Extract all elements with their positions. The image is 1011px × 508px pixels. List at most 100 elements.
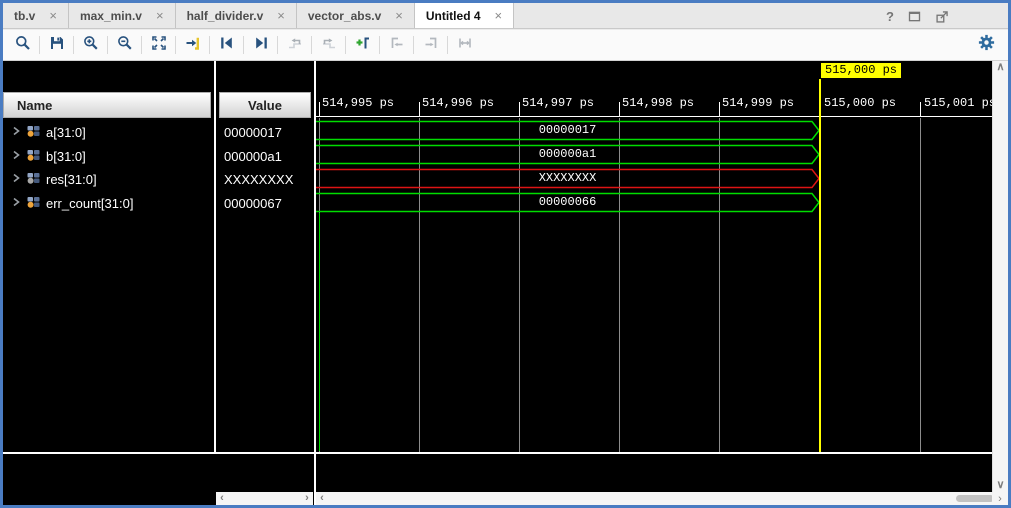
signal-value-b: 000000a1 (224, 145, 312, 168)
save-icon (48, 34, 66, 57)
time-cursor[interactable] (819, 79, 821, 452)
wave-toolbar (3, 30, 1008, 61)
scroll-right-icon[interactable]: › (301, 492, 313, 505)
wave-window-content: Name Value a[31:0] b[31:0] res[31:0] err… (3, 61, 1008, 505)
scroll-up-icon[interactable]: ∧ (995, 61, 1007, 74)
tab-max-min-v[interactable]: max_min.v × (69, 3, 176, 28)
signal-name: b[31:0] (46, 149, 86, 164)
axis-tick (619, 102, 620, 117)
signal-name: res[31:0] (46, 172, 97, 187)
zoom-to-cursors-icon (456, 34, 474, 57)
previous-transition-icon (286, 34, 304, 57)
go-to-last-time-button[interactable] (245, 32, 276, 58)
panel-bottom-line (3, 452, 992, 454)
signal-row-err-count[interactable]: err_count[31:0] (3, 192, 211, 215)
signal-row-b[interactable]: b[31:0] (3, 145, 211, 168)
bus-value-err-count: 00000066 (316, 195, 819, 209)
axis-tick (319, 102, 320, 117)
axis-tick-label: 514,995 ps (322, 96, 394, 110)
zoom-out-button[interactable] (109, 32, 140, 58)
next-marker-button (415, 32, 446, 58)
bus-value-a: 00000017 (316, 123, 819, 137)
signal-value-err-count: 00000067 (224, 192, 312, 215)
waveform-viewer-window: tb.v × max_min.v × half_divider.v × vect… (0, 0, 1011, 508)
gear-icon (977, 33, 996, 57)
maximize-icon[interactable] (907, 9, 922, 24)
signal-name: a[31:0] (46, 125, 86, 140)
zoom-in-icon (82, 34, 100, 57)
signal-row-res[interactable]: res[31:0] (3, 168, 211, 191)
name-value-splitter[interactable] (214, 61, 216, 453)
wave-horizontal-scrollbar[interactable]: ‹ (316, 492, 992, 505)
bus-signal-icon (26, 149, 41, 165)
go-to-time-zero-button[interactable] (211, 32, 242, 58)
go-to-last-time-icon (252, 34, 270, 57)
tab-half-divider-v[interactable]: half_divider.v × (176, 3, 297, 28)
close-icon[interactable]: × (277, 8, 285, 23)
close-icon[interactable]: × (495, 8, 503, 23)
tab-tb-v[interactable]: tb.v × (3, 3, 69, 28)
cursor-time-badge: 515,000 ps (821, 63, 901, 78)
window-controls: ? (886, 7, 950, 25)
previous-transition-button (279, 32, 310, 58)
next-transition-button (313, 32, 344, 58)
axis-tick (419, 102, 420, 117)
scroll-left-icon[interactable]: ‹ (316, 492, 328, 505)
expand-chevron-icon[interactable] (11, 195, 21, 212)
float-window-icon[interactable] (935, 9, 950, 24)
axis-tick (519, 102, 520, 117)
axis-tick-label: 515,000 ps (824, 96, 896, 110)
axis-tick-label: 514,996 ps (422, 96, 494, 110)
zoom-fit-icon (150, 34, 168, 57)
zoom-to-cursors-button (449, 32, 480, 58)
expand-chevron-icon[interactable] (11, 124, 21, 141)
search-button[interactable] (7, 32, 38, 58)
close-icon[interactable]: × (156, 8, 164, 23)
tab-label: max_min.v (80, 9, 142, 23)
next-transition-icon (320, 34, 338, 57)
tab-label: vector_abs.v (308, 9, 381, 23)
tab-untitled-4[interactable]: Untitled 4 × (415, 3, 514, 28)
help-icon[interactable]: ? (886, 9, 894, 24)
bus-value-b: 000000a1 (316, 147, 819, 161)
previous-marker-button (381, 32, 412, 58)
settings-button[interactable] (976, 35, 996, 55)
scroll-down-icon[interactable]: ∨ (995, 479, 1007, 492)
close-icon[interactable]: × (49, 8, 57, 23)
zoom-fit-button[interactable] (143, 32, 174, 58)
axis-tick-label: 514,999 ps (722, 96, 794, 110)
signal-row-a[interactable]: a[31:0] (3, 121, 211, 144)
axis-tick (719, 102, 720, 117)
signal-name: err_count[31:0] (46, 196, 133, 211)
value-horizontal-scrollbar[interactable]: ‹ › (216, 492, 313, 505)
signal-value-res: XXXXXXXX (224, 168, 312, 191)
go-to-time-zero-icon (218, 34, 236, 57)
zoom-out-icon (116, 34, 134, 57)
close-icon[interactable]: × (395, 8, 403, 23)
go-to-time-button[interactable] (177, 32, 208, 58)
expand-chevron-icon[interactable] (11, 171, 21, 188)
tab-vector-abs-v[interactable]: vector_abs.v × (297, 3, 415, 28)
scroll-right-corner[interactable]: › (992, 492, 1008, 505)
tab-bar: tb.v × max_min.v × half_divider.v × vect… (3, 3, 1008, 29)
axis-tick-label: 514,997 ps (522, 96, 594, 110)
axis-baseline (316, 116, 992, 117)
save-button[interactable] (41, 32, 72, 58)
wave-vertical-scrollbar[interactable]: ∧ ∨ (992, 61, 1008, 492)
axis-tick-label: 514,998 ps (622, 96, 694, 110)
add-marker-icon (354, 34, 372, 57)
value-column-header[interactable]: Value (219, 92, 311, 118)
waveform-panel[interactable]: 515,000 ps 514,995 ps 514,996 ps 514,997… (314, 61, 992, 505)
bus-signal-icon (26, 196, 41, 212)
bus-signal-icon (26, 125, 41, 141)
zoom-in-button[interactable] (75, 32, 106, 58)
waveform-canvas (316, 118, 992, 452)
scroll-left-icon[interactable]: ‹ (216, 492, 228, 505)
search-icon (14, 34, 32, 57)
scroll-right-icon[interactable]: › (998, 493, 1002, 505)
scrollbar-thumb[interactable] (956, 495, 992, 502)
previous-marker-icon (388, 34, 406, 57)
name-column-header[interactable]: Name (3, 92, 211, 118)
expand-chevron-icon[interactable] (11, 148, 21, 165)
add-marker-button[interactable] (347, 32, 378, 58)
